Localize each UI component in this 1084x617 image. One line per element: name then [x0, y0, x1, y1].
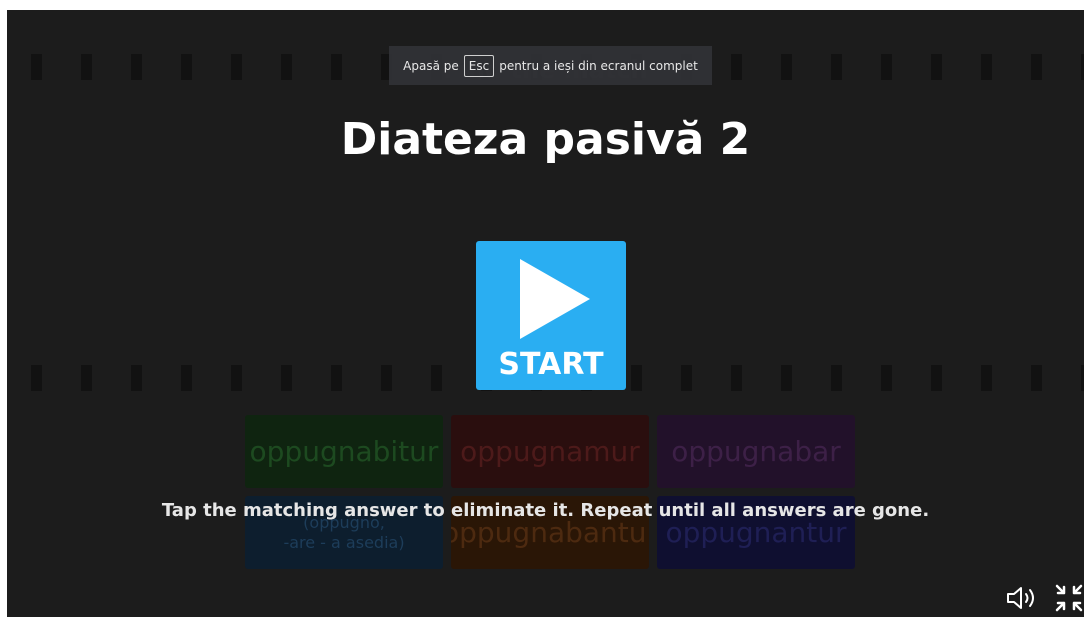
activity-title: Diateza pasivă 2 [340, 114, 751, 165]
answer-tile-text: oppugnabar [671, 434, 841, 468]
film-hole [781, 365, 792, 391]
film-hole [981, 365, 992, 391]
answer-tile[interactable]: oppugnamur [451, 415, 649, 488]
film-hole [681, 365, 692, 391]
fullscreen-notice-before: Apasă pe [403, 58, 459, 73]
answer-tile-text: oppugnantur [665, 515, 847, 549]
film-hole [631, 365, 642, 391]
game-stage: Find the match Apasă pe Esc pentru a ieș… [7, 10, 1084, 617]
film-hole [31, 365, 42, 391]
answer-tile-text: oppugnabitur [249, 434, 439, 468]
instructions-text: Tap the matching answer to eliminate it.… [161, 500, 930, 521]
start-button[interactable]: START [476, 241, 626, 390]
play-icon [520, 259, 590, 339]
film-hole [381, 365, 392, 391]
fullscreen-notice-after: pentru a ieși din ecranul complet [499, 58, 698, 73]
film-hole [881, 365, 892, 391]
start-button-label: START [498, 347, 604, 382]
film-hole [1031, 365, 1042, 391]
answer-tile[interactable]: oppugnabitur [245, 415, 443, 488]
fullscreen-notice: Apasă pe Esc pentru a ieși din ecranul c… [389, 46, 712, 85]
film-hole [231, 365, 242, 391]
film-hole [181, 365, 192, 391]
film-hole [131, 365, 142, 391]
film-hole [81, 365, 92, 391]
exit-fullscreen-icon[interactable] [1054, 583, 1084, 613]
film-hole [331, 365, 342, 391]
answer-tile[interactable]: oppugnabar [657, 415, 855, 488]
speaker-icon[interactable] [1005, 585, 1039, 611]
film-hole [731, 365, 742, 391]
answer-tile-text: oppugnabantur [451, 515, 649, 549]
film-hole [931, 365, 942, 391]
esc-key: Esc [463, 54, 495, 77]
film-hole [831, 365, 842, 391]
answer-tile-text: oppugnamur [460, 434, 640, 468]
film-hole [431, 365, 442, 391]
film-hole [281, 365, 292, 391]
